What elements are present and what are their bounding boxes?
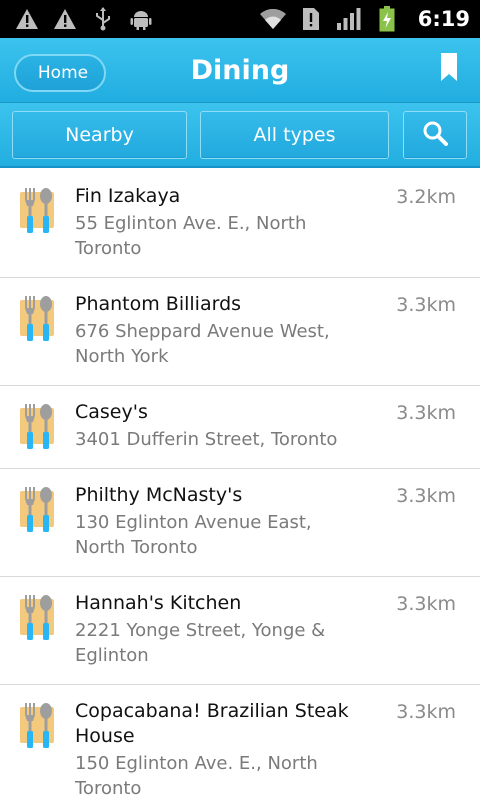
status-bar: 6:19 [0, 0, 480, 38]
dining-icon [18, 487, 56, 533]
warning-icon [52, 7, 78, 31]
restaurant-distance: 3.3km [396, 402, 456, 424]
list-item[interactable]: Casey's 3401 Dufferin Street, Toronto 3.… [0, 386, 480, 469]
list-item[interactable]: Phantom Billiards 676 Sheppard Avenue We… [0, 278, 480, 386]
restaurant-distance: 3.3km [396, 294, 456, 316]
dining-icon [18, 404, 56, 450]
dining-icon [18, 188, 56, 234]
list-item[interactable]: Fin Izakaya 55 Eglinton Ave. E., North T… [0, 170, 480, 278]
restaurant-list: Fin Izakaya 55 Eglinton Ave. E., North T… [0, 170, 480, 805]
no-sim-icon [298, 7, 324, 31]
dining-icon [18, 703, 56, 749]
android-debug-icon [128, 7, 154, 31]
battery-charging-icon [374, 6, 400, 32]
type-filter-label: All types [253, 124, 336, 146]
home-button[interactable]: Home [14, 54, 106, 92]
nearby-button-label: Nearby [65, 124, 134, 146]
page-title: Dining [190, 54, 290, 86]
list-item[interactable]: Philthy McNasty's 130 Eglinton Avenue Ea… [0, 469, 480, 577]
dining-icon [18, 595, 56, 641]
clock: 6:19 [417, 7, 470, 31]
restaurant-distance: 3.3km [396, 485, 456, 507]
notification-icons [14, 7, 154, 31]
restaurant-address: 676 Sheppard Avenue West, North York [75, 321, 330, 367]
dining-icon [18, 296, 56, 342]
usb-icon [90, 7, 116, 31]
restaurant-address: 2221 Yonge Street, Yonge & Eglinton [75, 620, 326, 666]
restaurant-address: 55 Eglinton Ave. E., North Toronto [75, 213, 307, 259]
restaurant-address: 150 Eglinton Ave. E., North Toronto [75, 753, 318, 799]
signal-icon [336, 7, 362, 31]
wifi-icon [259, 7, 286, 31]
restaurant-distance: 3.2km [396, 186, 456, 208]
restaurant-distance: 3.3km [396, 701, 456, 723]
type-filter-button[interactable]: All types [200, 111, 389, 159]
warning-icon [14, 7, 40, 31]
search-button[interactable] [403, 111, 467, 159]
app-header: Home Dining [0, 38, 480, 103]
restaurant-address: 3401 Dufferin Street, Toronto [75, 429, 338, 450]
bookmark-icon[interactable] [440, 52, 458, 82]
restaurant-address: 130 Eglinton Avenue East, North Toronto [75, 512, 312, 558]
nearby-button[interactable]: Nearby [12, 111, 187, 159]
filter-bar: Nearby All types [0, 103, 480, 168]
list-item[interactable]: Hannah's Kitchen 2221 Yonge Street, Yong… [0, 577, 480, 685]
system-icons: 6:19 [259, 6, 470, 32]
list-item[interactable]: Copacabana! Brazilian Steak House 150 Eg… [0, 685, 480, 805]
restaurant-distance: 3.3km [396, 593, 456, 615]
home-button-label: Home [37, 63, 89, 83]
search-icon [422, 120, 448, 151]
